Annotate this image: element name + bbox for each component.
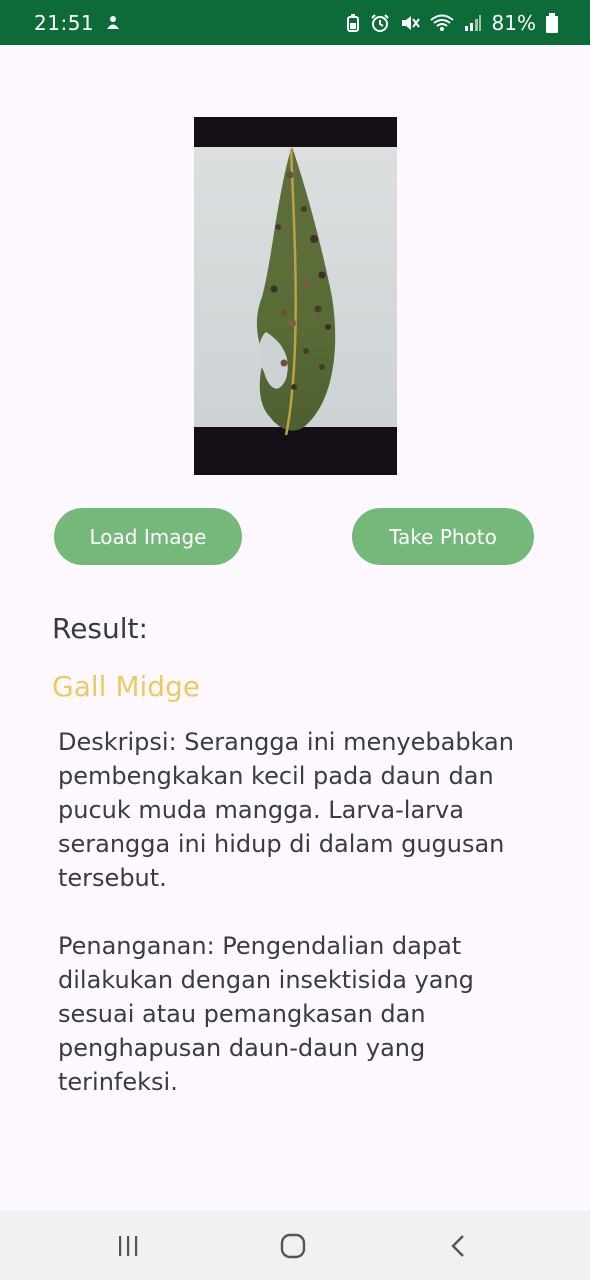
home-icon	[280, 1233, 306, 1259]
take-photo-button[interactable]: Take Photo	[352, 508, 534, 565]
status-right: 81%	[346, 11, 558, 35]
navigation-bar	[0, 1211, 590, 1280]
status-bar: 21:51 81%	[0, 0, 590, 45]
wifi-icon	[429, 14, 454, 32]
result-label: Result:	[52, 612, 148, 645]
alarm-icon	[370, 13, 390, 32]
recents-icon	[119, 1236, 138, 1256]
mute-icon	[400, 14, 420, 32]
back-button[interactable]	[438, 1228, 478, 1264]
back-icon	[451, 1235, 464, 1257]
status-time: 21:51	[34, 10, 95, 35]
home-button[interactable]	[273, 1228, 313, 1264]
result-description: Deskripsi: Serangga ini menyebabkan pemb…	[58, 728, 514, 892]
battery-icon	[546, 12, 558, 33]
notification-icon	[104, 14, 122, 32]
result-description-block: Deskripsi: Serangga ini menyebabkan pemb…	[58, 725, 548, 1099]
result-name: Gall Midge	[52, 670, 201, 703]
signal-icon	[464, 14, 482, 32]
recents-button[interactable]	[108, 1228, 148, 1264]
status-left: 21:51	[34, 11, 122, 35]
leaf-photo	[194, 117, 397, 475]
result-treatment: Penanganan: Pengendalian dapat dilakukan…	[58, 932, 474, 1096]
battery-percent: 81%	[491, 10, 536, 35]
battery-saver-icon	[346, 13, 360, 32]
load-image-button[interactable]: Load Image	[54, 508, 242, 565]
